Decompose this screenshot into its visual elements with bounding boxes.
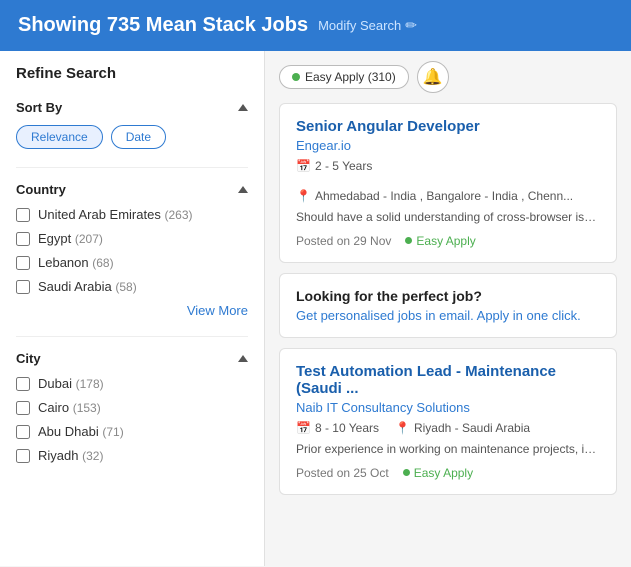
job-card-1: Senior Angular Developer Engear.io 📅 2 -… — [279, 103, 617, 263]
city-item-riyadh: Riyadh (32) — [16, 448, 248, 463]
easy-apply-text-2: Easy Apply — [414, 466, 473, 480]
city-label: City — [16, 351, 41, 366]
sort-relevance-button[interactable]: Relevance — [16, 125, 103, 149]
country-name-lebanon: Lebanon (68) — [38, 255, 114, 270]
promo-subtitle: Get personalised jobs in email. Apply in… — [296, 308, 600, 323]
country-item-lebanon: Lebanon (68) — [16, 255, 248, 270]
city-checkbox-riyadh[interactable] — [16, 449, 30, 463]
notification-button[interactable]: 🔔 — [417, 61, 449, 93]
bell-icon: 🔔 — [423, 67, 443, 87]
modify-search-button[interactable]: Modify Search ✏ — [318, 17, 417, 34]
country-name-egypt: Egypt (207) — [38, 231, 103, 246]
divider-1 — [16, 167, 248, 168]
sort-buttons: Relevance Date — [16, 125, 248, 149]
easy-apply-filter-label: Easy Apply (310) — [305, 70, 396, 84]
easy-apply-text-1: Easy Apply — [416, 234, 475, 248]
country-checkbox-lebanon[interactable] — [16, 256, 30, 270]
city-name-cairo: Cairo (153) — [38, 400, 101, 415]
easy-apply-filter[interactable]: Easy Apply (310) — [279, 65, 409, 89]
job-loc-text-2: Riyadh - Saudi Arabia — [414, 421, 530, 435]
job-location-1: 📍 Ahmedabad - India , Bangalore - India … — [296, 189, 573, 203]
country-item-egypt: Egypt (207) — [16, 231, 248, 246]
page-title: Showing 735 Mean Stack Jobs — [18, 14, 308, 37]
main-layout: Refine Search Sort By Relevance Date Cou… — [0, 51, 631, 566]
job-exp-text-2: 8 - 10 Years — [315, 421, 379, 435]
job-company-1[interactable]: Engear.io — [296, 138, 600, 153]
city-item-dubai: Dubai (178) — [16, 376, 248, 391]
modify-search-label: Modify Search — [318, 18, 401, 33]
country-item-saudi: Saudi Arabia (58) — [16, 279, 248, 294]
city-item-cairo: Cairo (153) — [16, 400, 248, 415]
job-posted-2: Posted on 25 Oct — [296, 466, 389, 480]
easy-apply-badge-1: Easy Apply — [405, 234, 475, 248]
job-loc-text-1: Ahmedabad - India , Bangalore - India , … — [315, 189, 573, 203]
divider-2 — [16, 336, 248, 337]
city-chevron-icon — [238, 355, 248, 362]
country-label: Country — [16, 182, 66, 197]
promo-card: Looking for the perfect job? Get persona… — [279, 273, 617, 338]
job-company-2[interactable]: Naib IT Consultancy Solutions — [296, 400, 600, 415]
job-footer-1: Posted on 29 Nov Easy Apply — [296, 234, 600, 248]
country-name-saudi: Saudi Arabia (58) — [38, 279, 137, 294]
job-footer-2: Posted on 25 Oct Easy Apply — [296, 466, 600, 480]
job-meta-1: 📅 2 - 5 Years 📍 Ahmedabad - India , Bang… — [296, 159, 600, 203]
job-desc-1: Should have a solid understanding of cro… — [296, 209, 600, 226]
job-posted-1: Posted on 29 Nov — [296, 234, 391, 248]
city-checkbox-cairo[interactable] — [16, 401, 30, 415]
sort-by-label: Sort By — [16, 100, 62, 115]
easy-apply-filter-dot — [292, 73, 300, 81]
refine-search-title: Refine Search — [16, 65, 248, 82]
country-item-uae: United Arab Emirates (263) — [16, 207, 248, 222]
job-title-2[interactable]: Test Automation Lead - Maintenance (Saud… — [296, 363, 600, 397]
easy-apply-dot-1 — [405, 237, 412, 244]
filter-bar: Easy Apply (310) 🔔 — [279, 61, 617, 93]
pencil-icon: ✏ — [405, 17, 417, 34]
country-header: Country — [16, 182, 248, 197]
calendar-icon-2: 📅 — [296, 421, 311, 435]
sort-date-button[interactable]: Date — [111, 125, 166, 149]
city-section: City Dubai (178) Cairo (153) Abu Dhabi (… — [16, 351, 248, 463]
page-header: Showing 735 Mean Stack Jobs Modify Searc… — [0, 0, 631, 51]
sort-by-header: Sort By — [16, 100, 248, 115]
sort-by-chevron-icon — [238, 104, 248, 111]
city-name-riyadh: Riyadh (32) — [38, 448, 103, 463]
job-experience-2: 📅 8 - 10 Years — [296, 421, 379, 435]
job-card-2: Test Automation Lead - Maintenance (Saud… — [279, 348, 617, 495]
country-checkbox-uae[interactable] — [16, 208, 30, 222]
job-list: Easy Apply (310) 🔔 Senior Angular Develo… — [265, 51, 631, 566]
country-name-uae: United Arab Emirates (263) — [38, 207, 192, 222]
sort-by-section: Sort By Relevance Date — [16, 100, 248, 149]
job-experience-1: 📅 2 - 5 Years — [296, 159, 372, 173]
city-name-dubai: Dubai (178) — [38, 376, 104, 391]
job-desc-2: Prior experience in working on maintenan… — [296, 441, 600, 458]
job-location-2: 📍 Riyadh - Saudi Arabia — [395, 421, 530, 435]
easy-apply-badge-2: Easy Apply — [403, 466, 473, 480]
country-checkbox-saudi[interactable] — [16, 280, 30, 294]
city-name-abudhabi: Abu Dhabi (71) — [38, 424, 124, 439]
city-item-abudhabi: Abu Dhabi (71) — [16, 424, 248, 439]
city-header: City — [16, 351, 248, 366]
city-checkbox-dubai[interactable] — [16, 377, 30, 391]
country-section: Country United Arab Emirates (263) Egypt… — [16, 182, 248, 318]
sidebar: Refine Search Sort By Relevance Date Cou… — [0, 51, 265, 566]
country-chevron-icon — [238, 186, 248, 193]
job-meta-2: 📅 8 - 10 Years 📍 Riyadh - Saudi Arabia — [296, 421, 600, 435]
easy-apply-dot-2 — [403, 469, 410, 476]
city-checkbox-abudhabi[interactable] — [16, 425, 30, 439]
location-icon-1: 📍 — [296, 189, 311, 203]
country-view-more[interactable]: View More — [16, 303, 248, 318]
job-title-1[interactable]: Senior Angular Developer — [296, 118, 600, 135]
calendar-icon-1: 📅 — [296, 159, 311, 173]
job-exp-text-1: 2 - 5 Years — [315, 159, 372, 173]
country-checkbox-egypt[interactable] — [16, 232, 30, 246]
promo-title: Looking for the perfect job? — [296, 288, 600, 304]
location-icon-2: 📍 — [395, 421, 410, 435]
